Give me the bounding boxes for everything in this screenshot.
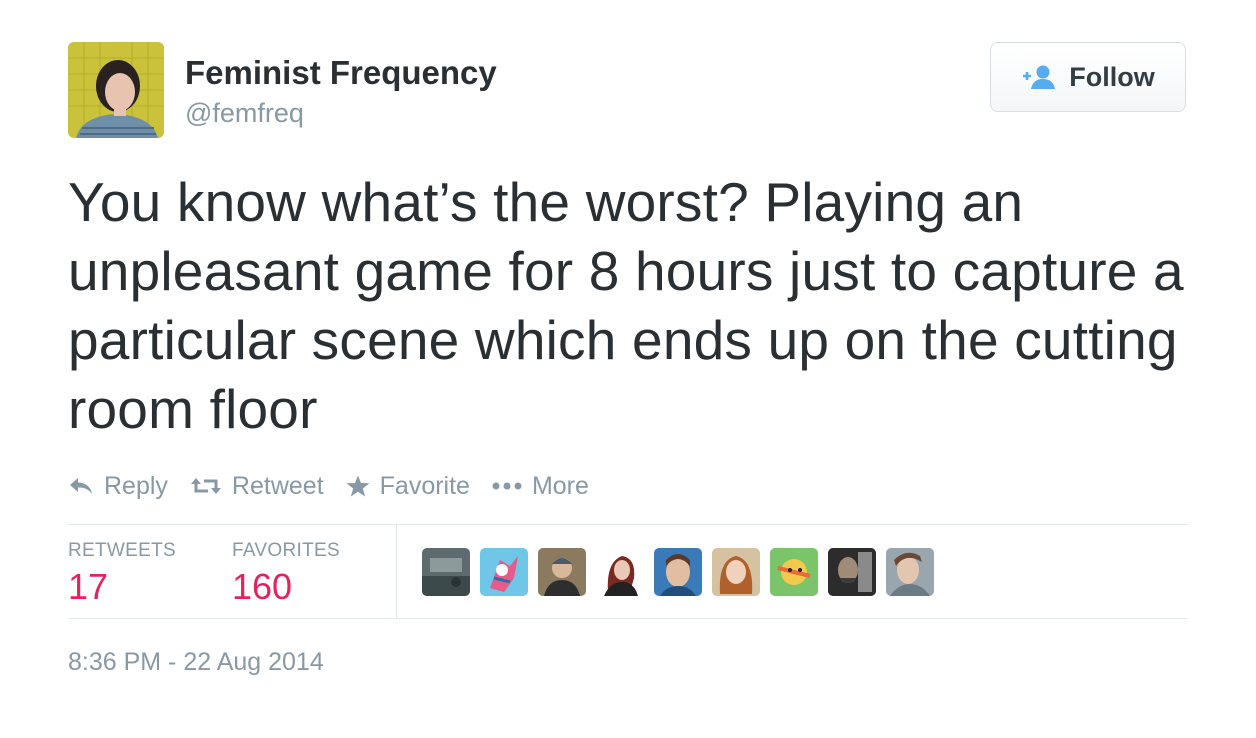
divider: [68, 524, 1188, 525]
favorite-label: Favorite: [379, 471, 470, 500]
favorites-label: FAVORITES: [232, 540, 340, 561]
favorites-count: 160: [232, 566, 293, 607]
add-user-icon: [1021, 64, 1057, 90]
author-avatar[interactable]: [68, 42, 164, 138]
favorites-stat[interactable]: FAVORITES 160: [232, 540, 340, 608]
user-avatar-2[interactable]: [480, 548, 528, 596]
author-display-name[interactable]: Feminist Frequency: [185, 54, 497, 92]
retweets-count: 17: [68, 566, 109, 607]
reply-button[interactable]: Reply: [68, 472, 168, 501]
follow-button[interactable]: Follow: [990, 42, 1186, 112]
tweet-actions: Reply Retweet Favorite More: [68, 466, 589, 506]
more-dots-icon: [492, 481, 522, 491]
user-avatar-8[interactable]: [828, 548, 876, 596]
user-avatar-3[interactable]: [538, 548, 586, 596]
favorite-button[interactable]: Favorite: [346, 472, 470, 501]
retweets-stat[interactable]: RETWEETS 17: [68, 540, 176, 608]
user-avatar-6[interactable]: [712, 548, 760, 596]
favoriter-avatars: [422, 548, 934, 596]
author-handle[interactable]: @femfreq: [185, 98, 304, 129]
follow-label: Follow: [1069, 61, 1155, 92]
divider: [68, 618, 1188, 619]
user-avatar-4[interactable]: [596, 548, 644, 596]
user-avatar-9[interactable]: [886, 548, 934, 596]
retweet-label: Retweet: [231, 471, 324, 500]
user-avatar-5[interactable]: [654, 548, 702, 596]
reply-label: Reply: [104, 471, 168, 500]
more-label: More: [531, 471, 589, 500]
user-avatar-7[interactable]: [770, 548, 818, 596]
retweets-label: RETWEETS: [68, 540, 176, 561]
retweet-button[interactable]: Retweet: [190, 472, 324, 501]
star-icon: [346, 475, 370, 497]
tweet-text: You know what’s the worst? Playing an un…: [68, 171, 1184, 440]
more-button[interactable]: More: [492, 472, 589, 501]
retweet-icon: [190, 476, 222, 496]
reply-icon: [68, 476, 94, 496]
user-avatar-1[interactable]: [422, 548, 470, 596]
tweet-timestamp[interactable]: 8:36 PM - 22 Aug 2014: [68, 648, 324, 677]
stats-separator: [396, 525, 397, 618]
